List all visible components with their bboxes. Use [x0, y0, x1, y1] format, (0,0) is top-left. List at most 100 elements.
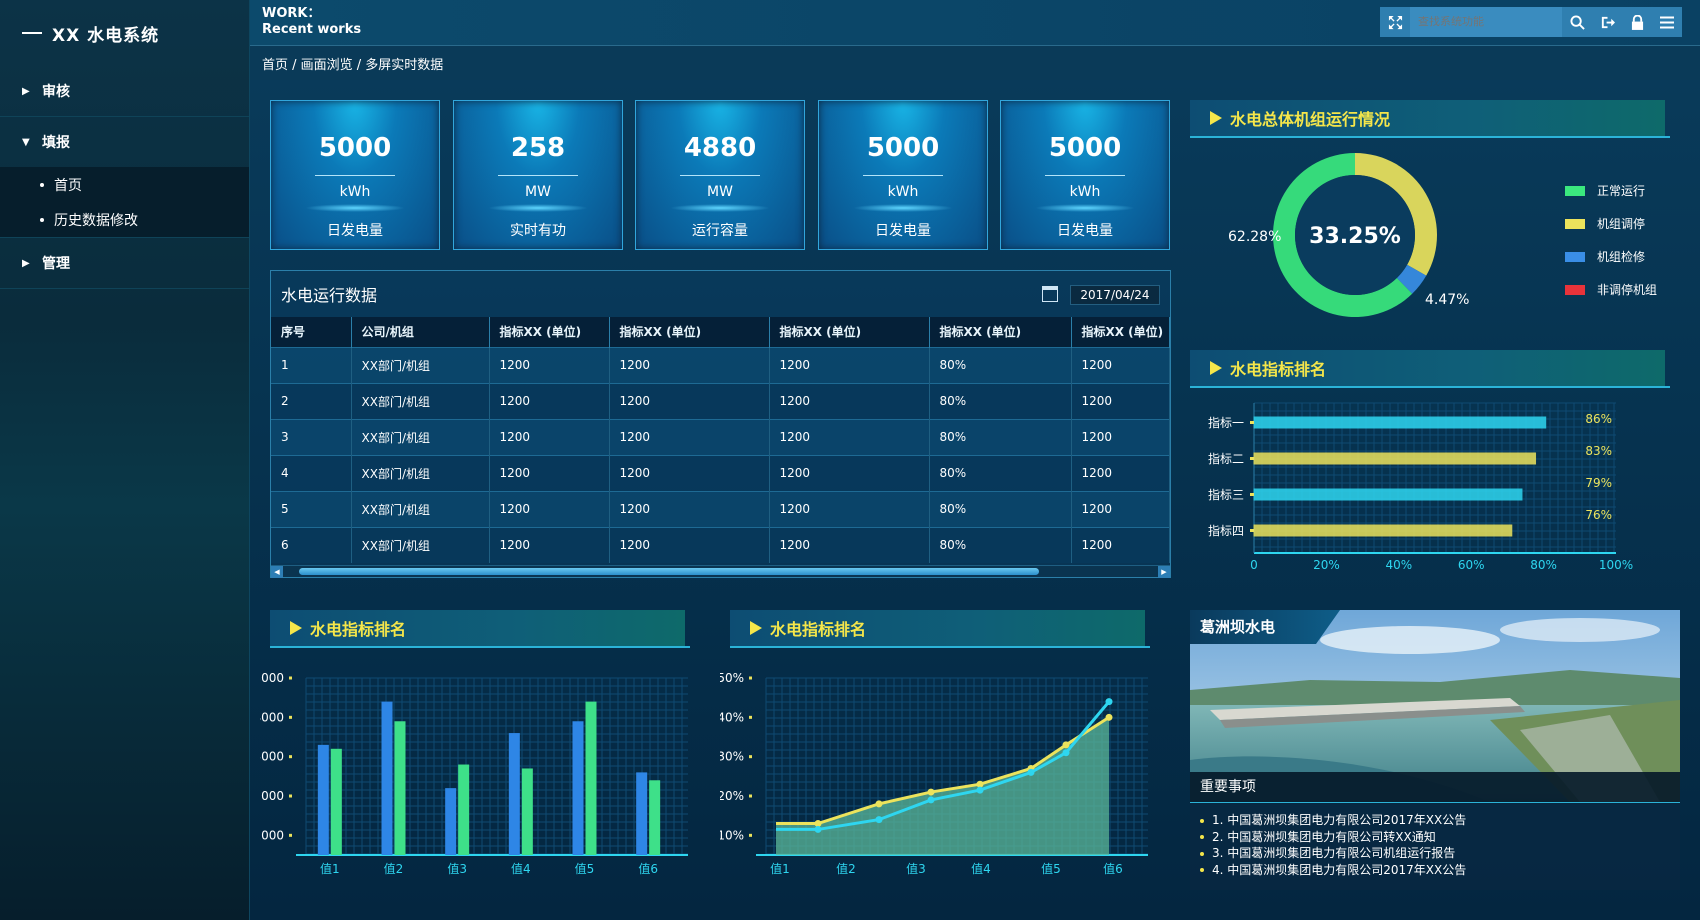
y-tick-label: 40%	[720, 710, 744, 724]
tick-mark	[749, 755, 752, 759]
nav-subitem-history-edit[interactable]: 历史数据修改	[0, 202, 249, 237]
ranking-chart: 指标一 86% 指标二 83% 指标三 79% 指标四 76% 0 20% 40% 60% 80% 100…	[1208, 402, 1633, 572]
table-cell: 1200	[769, 382, 930, 419]
col-header[interactable]: 指标XX (单位)	[489, 317, 610, 347]
notice-text: 1. 中国葛洲坝集团电力有限公司2017年XX公告	[1212, 813, 1467, 827]
bar	[636, 772, 648, 855]
lock-icon[interactable]	[1622, 7, 1652, 37]
table-cell: 80%	[929, 454, 1072, 491]
search-icon[interactable]	[1562, 7, 1592, 37]
panel-title-donut: 水电总体机组运行情况	[1190, 100, 1665, 136]
notice-item[interactable]: 1. 中国葛洲坝集团电力有限公司2017年XX公告	[1200, 812, 1466, 829]
col-header[interactable]: 公司/机组	[351, 317, 490, 347]
donut-center-label: 33.25%	[1309, 224, 1401, 249]
bar	[317, 744, 329, 855]
tick-mark	[749, 794, 752, 798]
data-point	[927, 796, 935, 804]
app-title: XX 水电系统	[52, 25, 160, 46]
bar-value-label: 79%	[1585, 476, 1612, 490]
table-row[interactable]: 5 XX部门/机组 1200 1200 1200 80% 1200	[271, 490, 1170, 527]
table-cell: 80%	[929, 418, 1072, 455]
notice-item[interactable]: 4. 中国葛洲坝集团电力有限公司2017年XX公告	[1200, 862, 1466, 879]
table-row[interactable]: 2 XX部门/机组 1200 1200 1200 80% 1200	[271, 382, 1170, 419]
nav-group-review: ▶ 审核	[0, 66, 249, 117]
y-tick-label: 10%	[720, 828, 744, 842]
bar	[330, 748, 342, 855]
table-cell: 1200	[609, 418, 770, 455]
breadcrumb-text[interactable]: 首页 / 画面浏览 / 多屏实时数据	[262, 54, 443, 73]
panel-title-line: 水电指标排名	[730, 610, 1145, 646]
tick-mark	[289, 715, 292, 719]
tick-mark	[749, 833, 752, 837]
ranking-bar	[1253, 452, 1537, 465]
table-cell: 1200	[609, 490, 770, 527]
bar	[572, 721, 584, 855]
col-header[interactable]: 指标XX (单位)	[609, 317, 770, 347]
legend-item[interactable]: 非调停机组	[1565, 281, 1657, 298]
table-cell: XX部门/机组	[351, 346, 490, 383]
table-row[interactable]: 6 XX部门/机组 1200 1200 1200 80% 1200	[271, 526, 1170, 563]
nav-label: 填报	[42, 135, 70, 151]
col-header[interactable]: 指标XX (单位)	[929, 317, 1072, 347]
y-tick-label: 指标一	[1208, 415, 1244, 430]
y-tick-label: 指标四	[1208, 523, 1244, 538]
legend-swatch	[1565, 185, 1585, 196]
table-cell: 1200	[1071, 454, 1170, 491]
notice-item[interactable]: 3. 中国葛洲坝集团电力有限公司机组运行报告	[1200, 845, 1466, 862]
work-header: WORK： Recent works	[262, 6, 361, 38]
data-point	[875, 816, 883, 824]
nav-item-manage[interactable]: ▶ 管理	[0, 238, 249, 288]
horizontal-scrollbar[interactable]: ◀ ▶	[271, 565, 1170, 578]
menu-icon[interactable]	[1652, 7, 1682, 37]
col-header[interactable]: 序号	[271, 317, 352, 347]
x-tick-label: 值3	[906, 861, 926, 876]
panel-title-bars: 水电指标排名	[270, 610, 685, 646]
scroll-right-icon[interactable]: ▶	[1158, 566, 1170, 578]
scroll-left-icon[interactable]: ◀	[271, 566, 283, 578]
table-row[interactable]: 1 XX部门/机组 1200 1200 1200 80% 1200	[271, 346, 1170, 383]
bar	[394, 721, 406, 855]
date-field[interactable]: 2017/04/24	[1070, 285, 1160, 305]
nav-subitem-home[interactable]: 首页	[0, 167, 249, 202]
ranking-bar	[1253, 416, 1547, 429]
bar-value-label: 86%	[1585, 412, 1612, 426]
nav-group-report: ▼ 填报 首页 历史数据修改	[0, 117, 249, 238]
kpi-value: 4880	[683, 133, 757, 163]
app-logo[interactable]: XX 水电系统	[0, 0, 249, 66]
nav-item-review[interactable]: ▶ 审核	[0, 66, 249, 116]
notice-list: 1. 中国葛洲坝集团电力有限公司2017年XX公告 2. 中国葛洲坝集团电力有限…	[1200, 812, 1466, 878]
table-cell: 1200	[769, 490, 930, 527]
calendar-icon[interactable]	[1042, 286, 1058, 302]
table-header: 水电运行数据 2017/04/24	[271, 271, 1170, 317]
logout-icon[interactable]	[1592, 7, 1622, 37]
table-row[interactable]: 3 XX部门/机组 1200 1200 1200 80% 1200	[271, 418, 1170, 455]
nav-sublabel: 首页	[54, 177, 82, 194]
table-cell: 1200	[769, 418, 930, 455]
kpi-unit: MW	[525, 184, 551, 200]
table-cell: XX部门/机组	[351, 418, 490, 455]
table-head-row: 序号 公司/机组 指标XX (单位) 指标XX (单位) 指标XX (单位) 指…	[271, 317, 1170, 347]
notice-item[interactable]: 2. 中国葛洲坝集团电力有限公司转XX通知	[1200, 829, 1466, 846]
y-tick-label: 4000	[260, 710, 284, 724]
search-input[interactable]	[1418, 16, 1562, 28]
legend-item[interactable]: 机组调停	[1565, 215, 1645, 232]
fullscreen-icon[interactable]	[1380, 7, 1410, 37]
notice-text: 2. 中国葛洲坝集团电力有限公司转XX通知	[1212, 829, 1436, 844]
scroll-thumb[interactable]	[299, 568, 1039, 575]
top-bar: WORK： Recent works	[250, 0, 1700, 46]
table-cell: 4	[271, 454, 352, 491]
legend-item[interactable]: 机组检修	[1565, 248, 1645, 265]
table-cell: 6	[271, 526, 352, 563]
x-tick-label: 值1	[320, 861, 340, 876]
nav-label: 管理	[42, 256, 70, 272]
nav-item-report[interactable]: ▼ 填报	[0, 117, 249, 167]
legend-item[interactable]: 正常运行	[1565, 182, 1645, 199]
y-tick-label: 2000	[260, 789, 284, 803]
table-row[interactable]: 4 XX部门/机组 1200 1200 1200 80% 1200	[271, 454, 1170, 491]
col-header[interactable]: 指标XX (单位)	[769, 317, 930, 347]
y-tick-label: 3000	[260, 750, 284, 764]
col-header[interactable]: 指标XX (单位)	[1071, 317, 1170, 347]
table-cell: 1200	[489, 526, 610, 563]
x-tick-label: 60%	[1458, 558, 1485, 572]
x-tick-label: 值3	[447, 861, 467, 876]
